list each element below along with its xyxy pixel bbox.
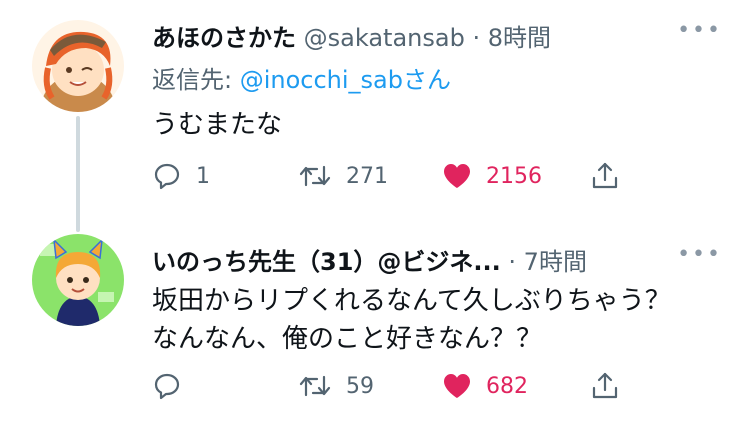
reply-button[interactable] [152,366,196,406]
tweet[interactable]: いのっち先生（31）@ビジネ... · 7時間 ••• 坂田からリプくれるなんて… [0,222,750,423]
separator-dot: · [508,248,517,276]
tweet-header: あほのさかた @sakatansab · 8時間 [152,18,551,53]
reply-count: 1 [196,163,210,189]
tweet-text: 坂田からリプくれるなんて久しぶりちゃう？ なんなん、俺のこと好きなん？？ [152,282,671,358]
retweet-button[interactable]: 271 [298,156,388,196]
tweet-header: いのっち先生（31）@ビジネ... · 7時間 [152,242,587,277]
retweet-count: 59 [346,373,374,399]
reply-button[interactable]: 1 [152,156,210,196]
like-button[interactable]: 2156 [442,156,542,196]
action-bar: 1 271 2156 [152,156,632,196]
like-count: 682 [486,373,528,399]
timestamp[interactable]: 7時間 [524,248,587,276]
retweet-icon [299,165,331,187]
tweet-text: うむまたな [152,110,283,140]
share-icon [592,162,618,189]
more-icon[interactable]: ••• [677,18,722,43]
reply-mention-link[interactable]: @inocchi_sab [240,66,403,94]
reply-icon [154,163,180,190]
display-name[interactable]: いのっち先生（31）@ビジネ... [152,248,501,276]
heart-icon [444,164,470,188]
avatar[interactable] [32,20,124,112]
tweet-text-line: 坂田からリプくれるなんて久しぶりちゃう？ [152,286,671,316]
replying-to: 返信先: @inocchi_sabさん [152,60,451,95]
tweet[interactable]: あほのさかた @sakatansab · 8時間 ••• 返信先: @inocc… [0,0,750,210]
action-bar: 59 682 [152,366,632,406]
reply-icon [154,373,180,400]
like-count: 2156 [486,163,542,189]
like-button[interactable]: 682 [442,366,528,406]
more-icon[interactable]: ••• [677,242,722,267]
user-handle[interactable]: @sakatansab [304,24,465,52]
reply-prefix: 返信先: [152,66,240,94]
retweet-button[interactable]: 59 [298,366,374,406]
reply-suffix: さん [403,66,451,94]
display-name[interactable]: あほのさかた [152,24,296,52]
retweet-count: 271 [346,163,388,189]
share-icon [592,372,618,399]
heart-icon [444,374,470,398]
separator-dot: · [472,24,481,52]
tweet-text-line: なんなん、俺のこと好きなん？？ [152,324,543,354]
timestamp[interactable]: 8時間 [488,24,551,52]
share-button[interactable] [590,366,620,406]
share-button[interactable] [590,156,620,196]
avatar[interactable] [32,234,124,326]
retweet-icon [299,375,331,397]
